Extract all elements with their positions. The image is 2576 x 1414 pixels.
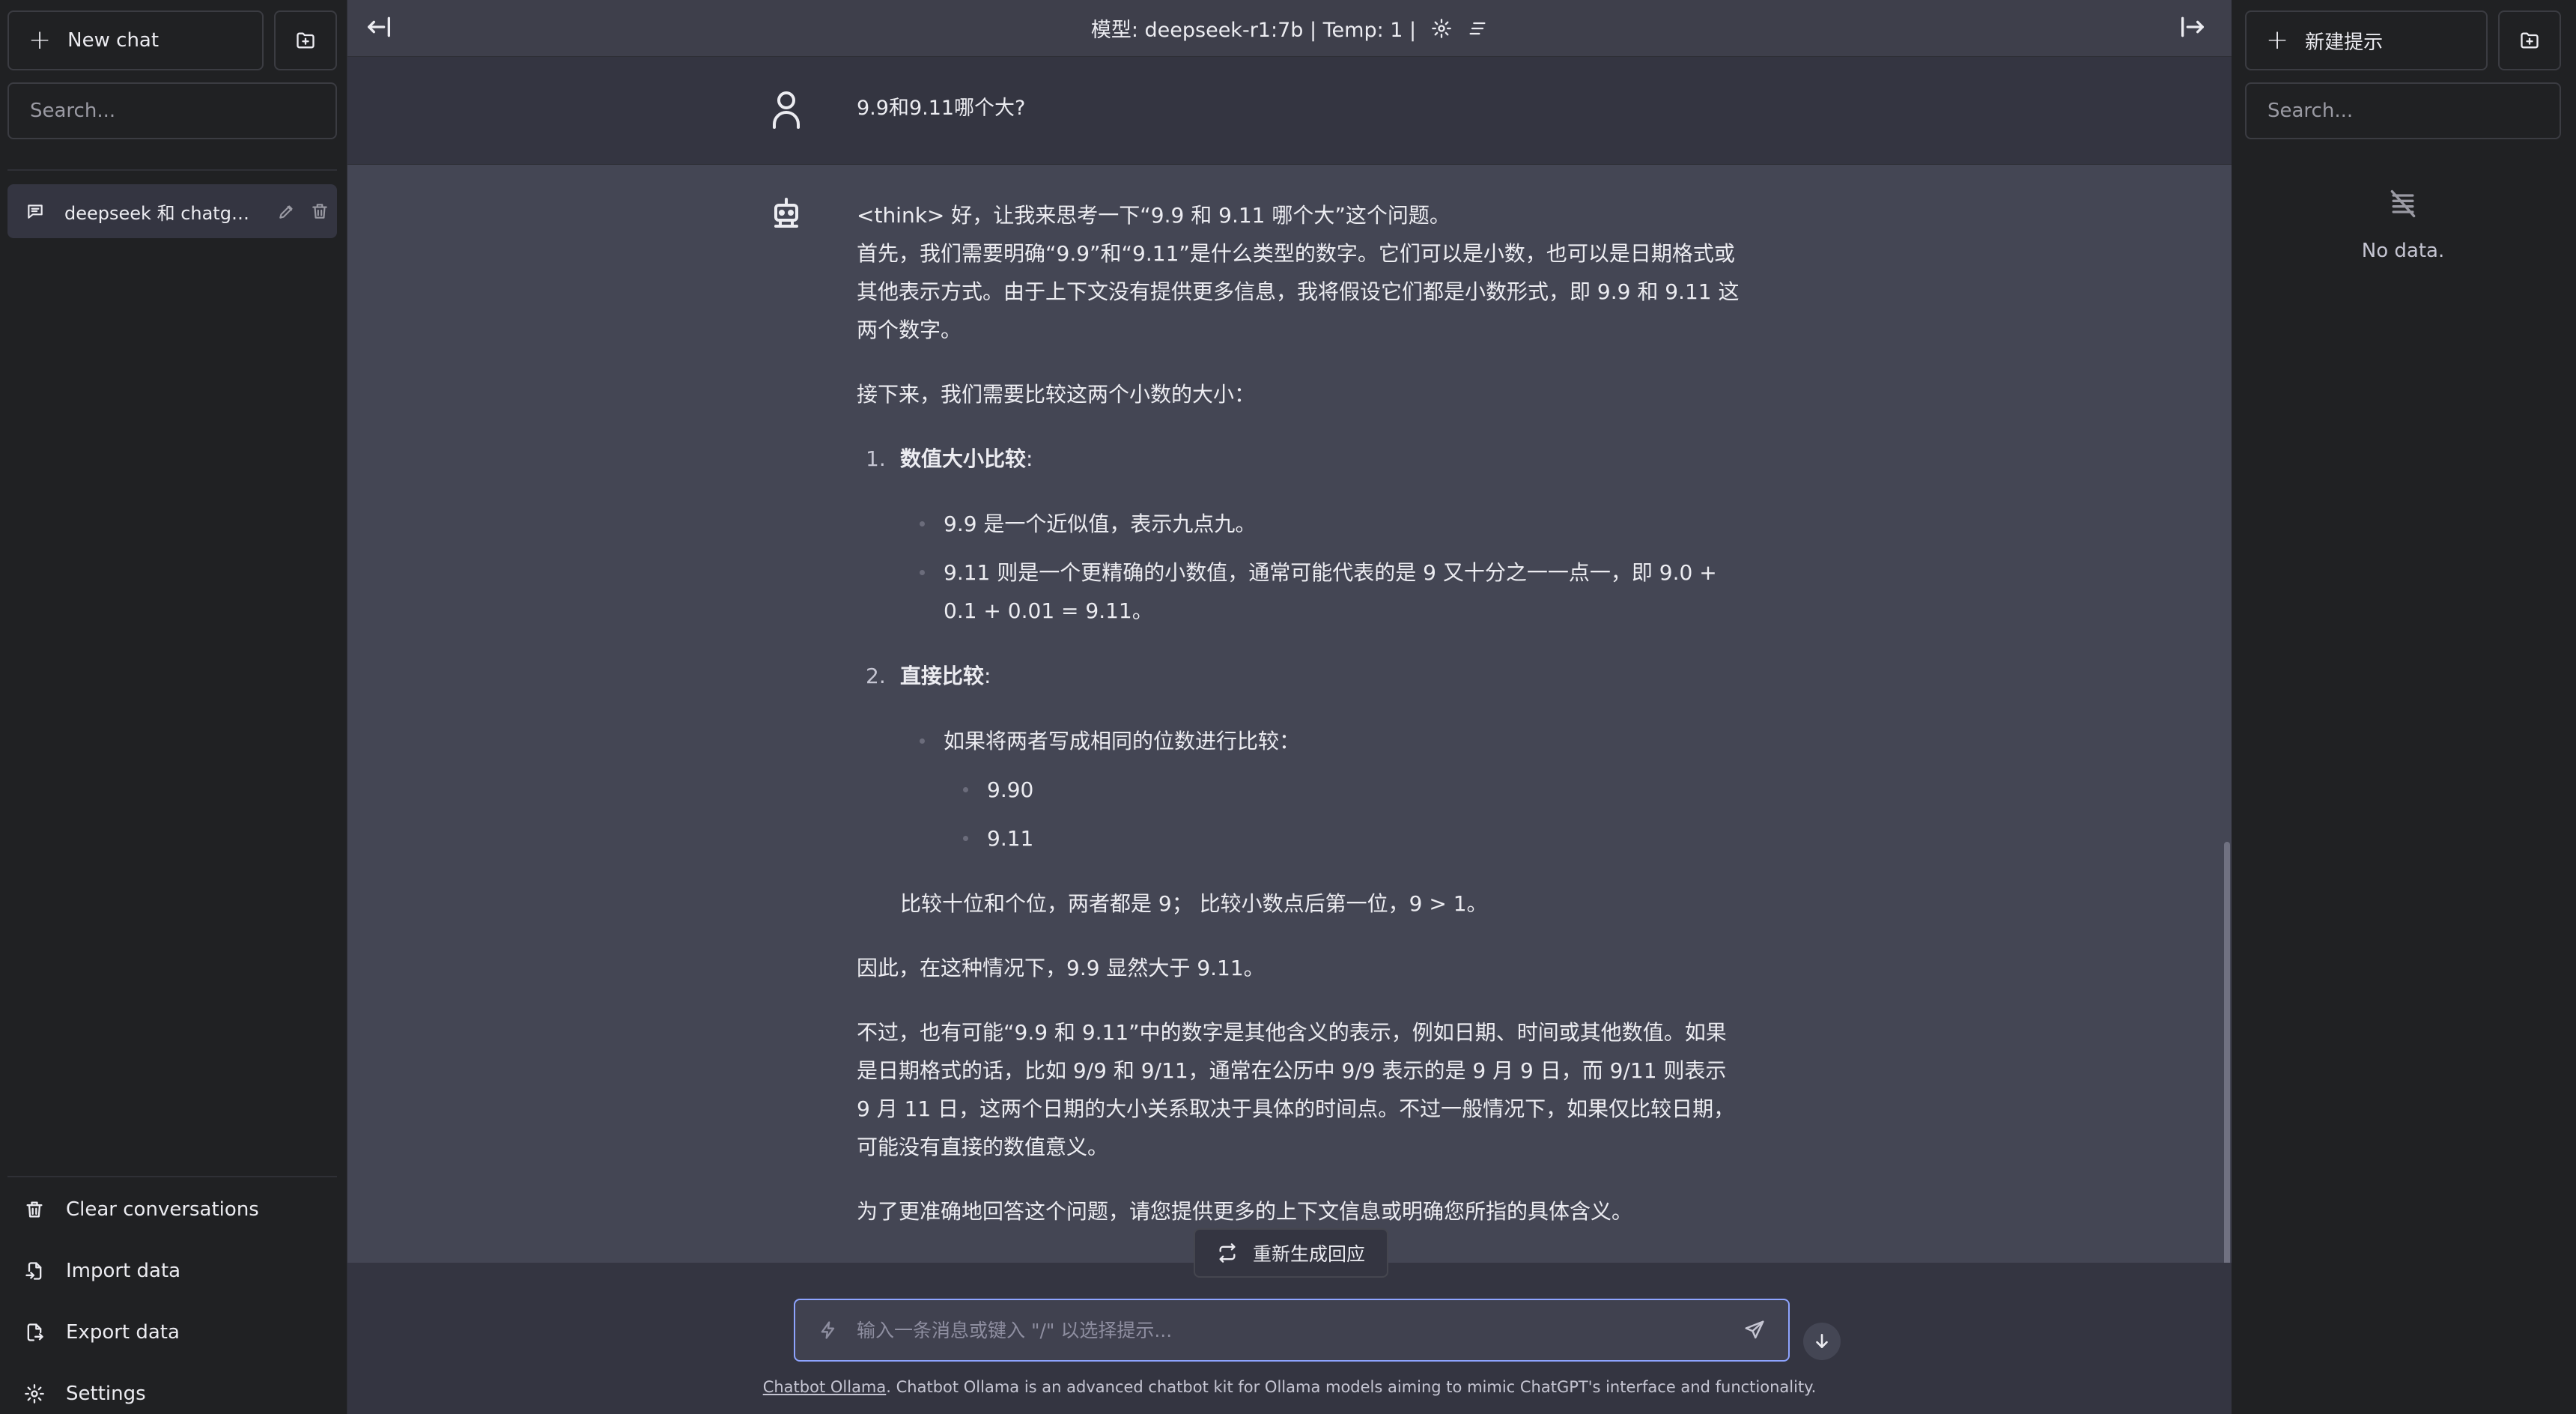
list-number: 1. — [866, 446, 886, 471]
settings-label: Settings — [66, 1383, 146, 1405]
message-icon — [25, 201, 45, 221]
plus-icon: + — [2266, 25, 2289, 55]
chat-input-box — [794, 1299, 1790, 1362]
conversation-search-input[interactable] — [7, 82, 337, 139]
file-import-icon — [24, 1260, 45, 1281]
new-folder-button[interactable] — [274, 10, 337, 70]
settings-button[interactable]: Settings — [7, 1368, 337, 1414]
chat-header: 模型: deepseek-r1:7b | Temp: 1 | — [347, 0, 2232, 57]
list-item: 9.11 — [963, 819, 1740, 858]
empty-state: No data. — [2245, 187, 2561, 262]
chat-main: 模型: deepseek-r1:7b | Temp: 1 | 9.9和9.11哪… — [347, 0, 2232, 1414]
ordered-item-2: 2. 直接比较: — [857, 657, 1740, 695]
bullet-list: 9.9 是一个近似值，表示九点九。 9.11 则是一个更精确的小数值，通常可能代… — [857, 505, 1740, 630]
arrow-bar-left-icon[interactable] — [364, 12, 394, 42]
file-export-icon — [24, 1322, 45, 1343]
send-icon[interactable] — [1743, 1319, 1766, 1341]
gear-icon — [24, 1383, 45, 1404]
prompt-sidebar: + 新建提示 No data. — [2232, 0, 2576, 1414]
app-root: + New chat deepseek 和 chatgpt ... — [0, 0, 2576, 1414]
nested-bullet-list: 9.90 9.11 — [857, 771, 1740, 858]
answer-paragraph: 比较十位和个位，两者都是 9； 比较小数点后第一位，9 > 1。 — [900, 891, 1488, 916]
answer-paragraph: 为了更准确地回答这个问题，请您提供更多的上下文信息或明确您所指的具体含义。 — [857, 1199, 1633, 1224]
regenerate-label: 重新生成回应 — [1252, 1243, 1365, 1265]
scroll-down-button[interactable] — [1803, 1323, 1841, 1360]
clear-conversations-label: Clear conversations — [66, 1198, 259, 1221]
gear-icon[interactable] — [1431, 18, 1452, 39]
answer-text: 首先，我们需要明确“9.9”和“9.11”是什么类型的数字。它们可以是小数，也可… — [857, 241, 1740, 342]
answer-paragraph: <think> 好，让我来思考一下“9.9 和 9.11 哪个大”这个问题。 首… — [857, 196, 1740, 349]
folder-plus-icon — [2519, 30, 2540, 51]
pencil-icon[interactable] — [277, 201, 297, 221]
trash-icon — [24, 1199, 45, 1220]
assistant-message-row: <think> 好，让我来思考一下“9.9 和 9.11 哪个大”这个问题。 首… — [347, 165, 2232, 1263]
new-prompt-label: 新建提示 — [2305, 31, 2384, 54]
conversation-item[interactable]: deepseek 和 chatgpt ... — [7, 184, 337, 238]
arrow-bar-right-icon[interactable] — [2178, 12, 2208, 42]
refresh-icon — [1217, 1242, 1238, 1263]
list-item: 9.9 是一个近似值，表示九点九。 — [920, 505, 1740, 543]
import-data-button[interactable]: Import data — [7, 1245, 337, 1297]
clear-lines-icon[interactable] — [1467, 18, 1488, 39]
trash-icon[interactable] — [310, 201, 329, 221]
bolt-icon[interactable] — [818, 1320, 839, 1341]
list-item: 9.11 则是一个更精确的小数值，通常可能代表的是 9 又十分之一一点一，即 9… — [920, 553, 1740, 630]
list-item-title: 直接比较 — [900, 664, 985, 688]
disclaimer-text: . Chatbot Ollama is an advanced chatbot … — [886, 1378, 1817, 1396]
database-off-icon — [2245, 187, 2561, 220]
import-data-label: Import data — [66, 1260, 181, 1282]
plus-icon: + — [28, 25, 52, 55]
conversation-actions — [277, 201, 329, 221]
user-message-row: 9.9和9.11哪个大? — [347, 57, 2232, 165]
list-item: 9.90 — [963, 771, 1740, 809]
chatbot-ollama-link[interactable]: Chatbot Ollama — [763, 1378, 887, 1396]
sidebar-divider — [7, 169, 337, 171]
list-number: 2. — [866, 664, 886, 688]
user-message-text: 9.9和9.11哪个大? — [857, 97, 1026, 120]
answer-paragraph: 不过，也有可能“9.9 和 9.11”中的数字是其他含义的表示，例如日期、时间或… — [857, 1020, 1735, 1159]
export-data-label: Export data — [66, 1321, 180, 1344]
assistant-message-content: <think> 好，让我来思考一下“9.9 和 9.11 哪个大”这个问题。 首… — [857, 196, 1740, 1257]
empty-state-text: No data. — [2361, 240, 2445, 262]
model-info: 模型: deepseek-r1:7b | Temp: 1 | — [1090, 19, 1417, 42]
regenerate-button[interactable]: 重新生成回应 — [1194, 1228, 1388, 1278]
ordered-item-1: 1. 数值大小比较: — [857, 440, 1740, 478]
user-icon — [771, 90, 801, 129]
chat-scrollbar[interactable] — [2224, 842, 2230, 1321]
bullet-list: 如果将两者写成相同的位数进行比较： — [857, 722, 1740, 760]
clear-conversations-button[interactable]: Clear conversations — [7, 1183, 337, 1236]
answer-paragraph: 接下来，我们需要比较这两个小数的大小： — [857, 382, 1256, 407]
sidebar-footer-divider — [7, 1176, 337, 1177]
think-line: <think> 好，让我来思考一下“9.9 和 9.11 哪个大”这个问题。 — [857, 203, 1450, 228]
new-chat-label: New chat — [67, 29, 160, 52]
arrow-down-icon — [1812, 1332, 1832, 1351]
new-prompt-button[interactable]: + 新建提示 — [2245, 10, 2488, 70]
prompt-search-input[interactable] — [2245, 82, 2561, 139]
chat-sidebar: + New chat deepseek 和 chatgpt ... — [0, 0, 347, 1414]
list-item-title: 数值大小比较 — [900, 446, 1027, 471]
folder-plus-icon — [295, 30, 316, 51]
new-chat-button[interactable]: + New chat — [7, 10, 264, 70]
conversation-title: deepseek 和 chatgpt ... — [64, 202, 252, 224]
export-data-button[interactable]: Export data — [7, 1306, 337, 1359]
robot-icon — [771, 198, 801, 234]
new-prompt-folder-button[interactable] — [2498, 10, 2561, 70]
footer-disclaimer: Chatbot Ollama. Chatbot Ollama is an adv… — [347, 1378, 2232, 1396]
list-item: 如果将两者写成相同的位数进行比较： — [920, 722, 1740, 760]
answer-paragraph: 因此，在这种情况下，9.9 显然大于 9.11。 — [857, 956, 1265, 980]
chat-message-input[interactable] — [857, 1319, 1743, 1341]
